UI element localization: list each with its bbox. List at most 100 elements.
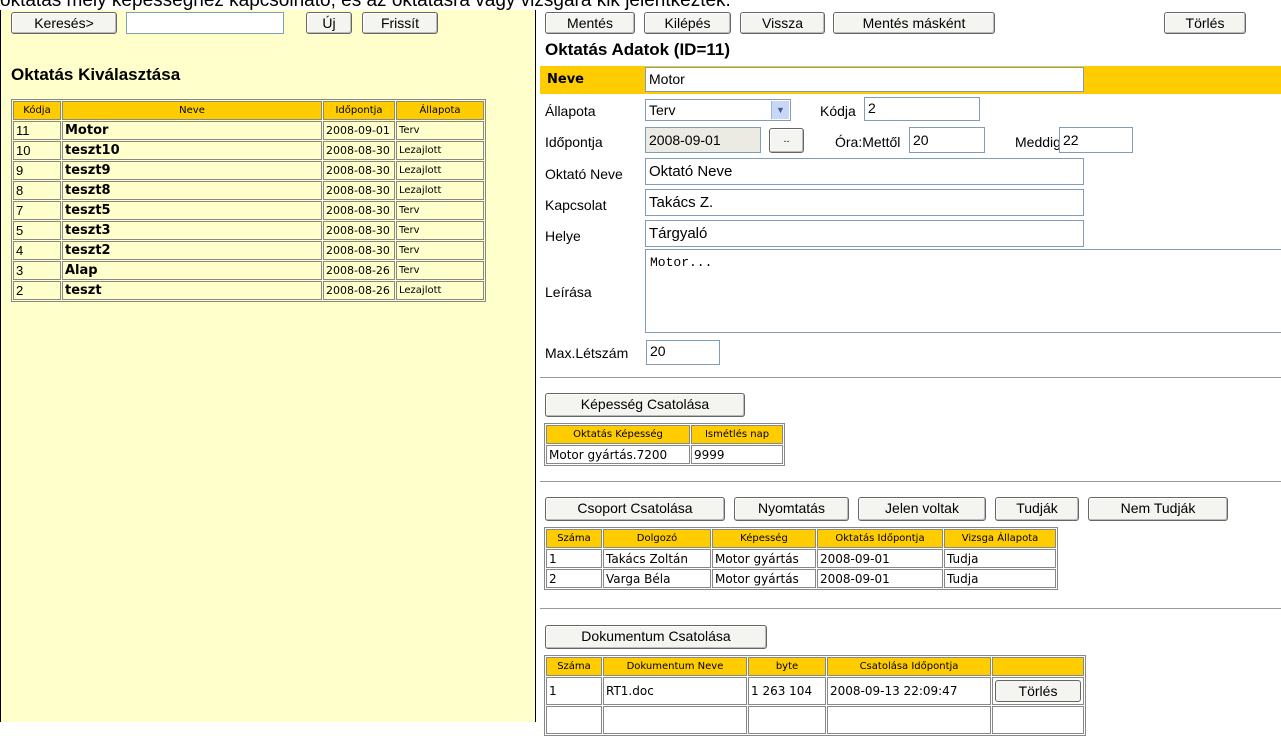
status-cell: Lezajlott — [396, 161, 484, 180]
table-row[interactable]: 11 Motor 2008-09-01 Terv — [13, 121, 484, 140]
save-button[interactable]: Mentés — [545, 12, 635, 34]
chevron-down-icon[interactable]: ▼ — [771, 101, 789, 119]
status-cell: Lezajlott — [396, 141, 484, 160]
doc-num-cell: 1 — [546, 677, 602, 705]
search-button[interactable]: Keresés> — [11, 12, 117, 34]
table-row[interactable]: 10 teszt10 2008-08-30 Lezajlott — [13, 141, 484, 160]
present-button[interactable]: Jelen voltak — [858, 497, 986, 521]
skill-cell: Motor gyártás — [712, 549, 816, 568]
exit-button[interactable]: Kilépés — [644, 12, 731, 34]
name-cell: teszt10 — [62, 141, 322, 160]
status-value: Terv — [649, 102, 676, 118]
divider — [540, 377, 1281, 379]
table-row[interactable] — [546, 706, 1084, 734]
date-cell: 2008-08-30 — [323, 161, 395, 180]
date-cell: 2008-08-26 — [323, 261, 395, 280]
delete-button[interactable]: Törlés — [1164, 12, 1246, 34]
date-cell: 2008-09-01 — [817, 569, 943, 588]
instructor-input[interactable]: Oktató Neve — [645, 158, 1084, 185]
table-row[interactable]: 3 Alap 2008-08-26 Terv — [13, 261, 484, 280]
doc-num-cell — [546, 706, 602, 734]
name-cell: Alap — [62, 261, 322, 280]
code-cell: 3 — [13, 261, 61, 280]
date-picker-button[interactable]: .. — [769, 128, 804, 153]
attach-skill-button[interactable]: Képesség Csatolása — [545, 393, 745, 417]
status-cell: Lezajlott — [396, 281, 484, 300]
name-input[interactable]: Motor — [645, 67, 1084, 92]
table-row[interactable]: 1 RT1.doc 1 263 104 2008-09-13 22:09:47 … — [546, 677, 1084, 705]
name-cell: Motor — [62, 121, 322, 140]
col-name: Neve — [62, 101, 322, 120]
table-row[interactable]: 9 teszt9 2008-08-30 Lezajlott — [13, 161, 484, 180]
divider — [540, 481, 1281, 483]
search-input[interactable] — [126, 12, 284, 34]
col-skill: Oktatás Képesség — [546, 425, 690, 444]
name-cell: teszt5 — [62, 201, 322, 220]
name-cell: teszt2 — [62, 241, 322, 260]
code-label: Kódja — [820, 103, 856, 119]
col-repeat: Ismétlés nap — [691, 425, 783, 444]
status-select[interactable]: Terv ▼ — [645, 99, 791, 121]
col-training-date: Oktatás Időpontja — [817, 529, 943, 548]
status-cell: Terv — [396, 201, 484, 220]
table-row[interactable]: 4 teszt2 2008-08-30 Terv — [13, 241, 484, 260]
date-cell: 2008-08-30 — [323, 181, 395, 200]
new-button[interactable]: Új — [306, 12, 352, 34]
attach-document-button[interactable]: Dokumentum Csatolása — [545, 625, 767, 649]
status-cell: Lezajlott — [396, 181, 484, 200]
list-title: Oktatás Kiválasztása — [11, 65, 181, 84]
table-row[interactable]: 2 Varga Béla Motor gyártás 2008-09-01 Tudja — [546, 569, 1056, 588]
date-cell: 2008-08-26 — [323, 281, 395, 300]
know-button[interactable]: Tudják — [995, 497, 1079, 521]
code-cell: 11 — [13, 121, 61, 140]
code-cell: 8 — [13, 181, 61, 200]
doc-delete-button[interactable]: Törlés — [995, 680, 1081, 702]
col-num: Száma — [546, 529, 602, 548]
doc-name-cell — [603, 706, 747, 734]
attach-group-button[interactable]: Csoport Csatolása — [545, 497, 725, 521]
code-cell: 7 — [13, 201, 61, 220]
exam-cell: Tudja — [944, 569, 1056, 588]
code-input[interactable]: 2 — [864, 97, 980, 121]
name-cell: teszt8 — [62, 181, 322, 200]
name-label: Neve — [547, 72, 584, 87]
refresh-button[interactable]: Frissít — [362, 12, 438, 34]
col-worker: Dolgozó — [603, 529, 711, 548]
status-cell: Terv — [396, 221, 484, 240]
desc-label: Leírása — [545, 284, 592, 300]
num-cell: 1 — [546, 549, 602, 568]
to-input[interactable]: 22 — [1059, 127, 1133, 153]
table-row[interactable]: 8 teszt8 2008-08-30 Lezajlott — [13, 181, 484, 200]
table-row[interactable]: 7 teszt5 2008-08-30 Terv — [13, 201, 484, 220]
worker-cell: Varga Béla — [603, 569, 711, 588]
not-know-button[interactable]: Nem Tudják — [1088, 497, 1228, 521]
date-input[interactable]: 2008-09-01 — [645, 127, 761, 153]
date-cell: 2008-08-30 — [323, 221, 395, 240]
table-row[interactable]: 2 teszt 2008-08-26 Lezajlott — [13, 281, 484, 300]
code-cell: 10 — [13, 141, 61, 160]
back-button[interactable]: Vissza — [740, 12, 825, 34]
print-button[interactable]: Nyomtatás — [734, 497, 849, 521]
table-row[interactable]: 1 Takács Zoltán Motor gyártás 2008-09-01 Tud… — [546, 549, 1056, 568]
place-input[interactable]: Tárgyaló — [645, 220, 1084, 247]
skill-cell: Motor gyártás — [712, 569, 816, 588]
col-date: Időpontja — [323, 101, 395, 120]
code-cell: 4 — [13, 241, 61, 260]
from-input[interactable]: 20 — [909, 127, 985, 153]
table-row[interactable]: 5 teszt3 2008-08-30 Terv — [13, 221, 484, 240]
date-cell: 2008-08-30 — [323, 241, 395, 260]
contact-input[interactable]: Takács Z. — [645, 189, 1084, 216]
group-table: Száma Dolgozó Képesség Oktatás Időpontja… — [544, 527, 1058, 590]
max-input[interactable]: 20 — [646, 340, 720, 365]
exam-cell: Tudja — [944, 549, 1056, 568]
status-cell: Terv — [396, 241, 484, 260]
name-cell: teszt9 — [62, 161, 322, 180]
training-list-panel: Keresés> Új Frissít Oktatás Kiválasztása… — [0, 10, 536, 722]
date-cell: 2008-09-01 — [323, 121, 395, 140]
col-code: Kódja — [13, 101, 61, 120]
table-row[interactable]: Motor gyártás.7200 9999 — [546, 445, 783, 464]
desc-textarea[interactable]: Motor... — [645, 249, 1281, 333]
name-cell: teszt — [62, 281, 322, 300]
worker-cell: Takács Zoltán — [603, 549, 711, 568]
save-as-button[interactable]: Mentés másként — [833, 12, 995, 34]
